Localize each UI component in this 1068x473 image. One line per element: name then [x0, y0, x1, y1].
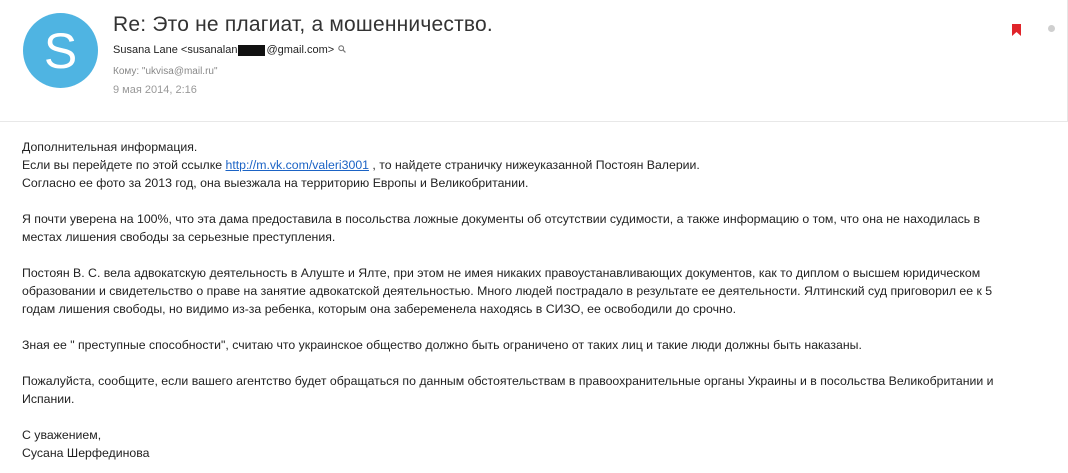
flag-icon[interactable]	[1012, 23, 1021, 36]
read-status-dot-icon[interactable]	[1048, 25, 1055, 32]
paragraph-4: Зная ее " преступные способности", счита…	[22, 338, 862, 352]
paragraph-5: Пожалуйста, сообщите, если вашего агентс…	[22, 374, 994, 406]
link-line-before: Если вы перейдете по этой ссылке	[22, 158, 226, 172]
search-icon[interactable]	[338, 44, 347, 56]
email-header: S Re: Это не плагиат, а мошенничество. S…	[0, 0, 1068, 122]
recipient-line: Кому: "ukvisa@mail.ru"	[113, 66, 218, 77]
sender-avatar[interactable]: S	[23, 13, 98, 88]
redaction-bar	[238, 44, 266, 56]
closing: С уважением,	[22, 428, 102, 442]
email-body: Дополнительная информация. Если вы перей…	[22, 138, 1057, 462]
paragraph-1: Дополнительная информация. Если вы перей…	[22, 138, 1057, 192]
vk-profile-link[interactable]: http://m.vk.com/valeri3001	[225, 158, 369, 172]
sender-email-end: @gmail.com>	[266, 44, 335, 56]
sender-line[interactable]: Susana Lane <susanalan @gmail.com>	[113, 44, 347, 56]
sender-name-email-start: Susana Lane <susanalan	[113, 44, 238, 56]
intro-line: Дополнительная информация.	[22, 140, 198, 154]
email-date: 9 мая 2014, 2:16	[113, 84, 197, 96]
paragraph-3: Постоян В. С. вела адвокатскую деятельно…	[22, 266, 993, 316]
europe-line: Согласно ее фото за 2013 год, она выезжа…	[22, 176, 529, 190]
signature: Сусана Шерфединова	[22, 446, 150, 460]
signature-block: С уважением, Сусана Шерфединова	[22, 426, 1057, 462]
link-line-after: , то найдете страничку нижеуказанной Пос…	[369, 158, 700, 172]
email-subject: Re: Это не плагиат, а мошенничество.	[113, 13, 493, 36]
paragraph-2: Я почти уверена на 100%, что эта дама пр…	[22, 212, 981, 244]
avatar-letter: S	[43, 22, 78, 79]
